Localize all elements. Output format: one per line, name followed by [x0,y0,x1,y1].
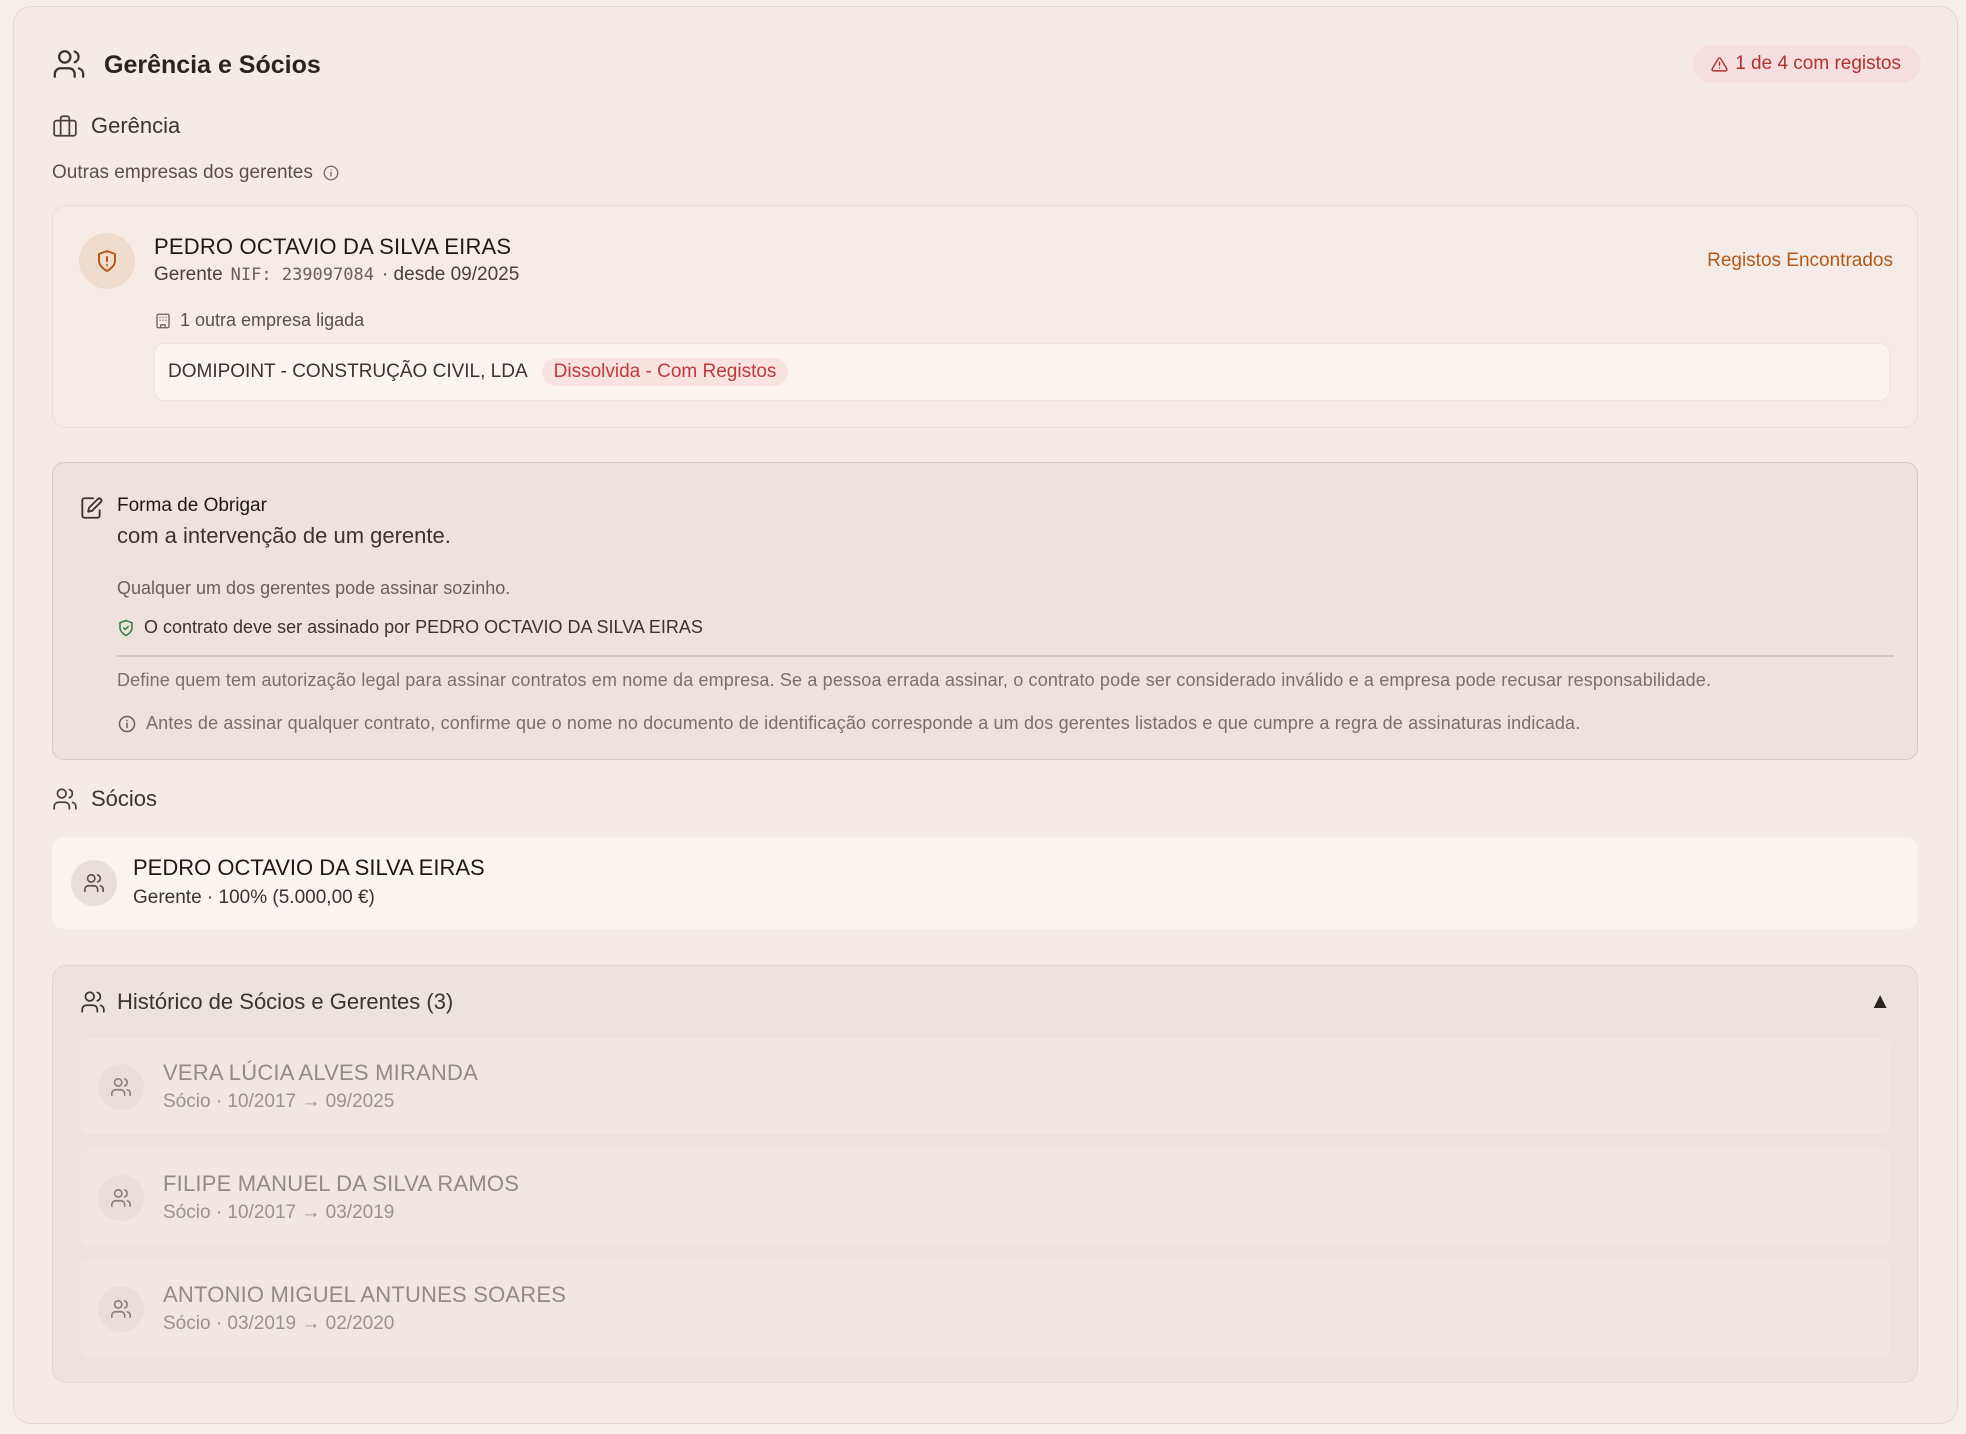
gerencia-socios-card: Gerência e Sócios 1 de 4 com registos Ge… [13,6,1958,1424]
info-icon[interactable] [322,164,340,182]
forma-obrigar-rule: com a intervenção de um gerente. [117,523,451,548]
forma-obrigar-definition: Define quem tem autorização legal para a… [117,670,1712,690]
user-avatar-icon [71,860,117,906]
historico-period: · 03/2019 → 02/2020 [215,1313,395,1334]
company-name: DOMIPOINT - CONSTRUÇÃO CIVIL, LDA [168,361,528,382]
user-avatar-icon [98,1064,144,1110]
historico-name: FILIPE MANUEL DA SILVA RAMOS [163,1171,520,1196]
socio-name: PEDRO OCTAVIO DA SILVA EIRAS [133,855,485,880]
manager-name: PEDRO OCTAVIO DA SILVA EIRAS [154,234,512,259]
socio-details: Gerente · 100% (5.000,00 €) [133,887,375,908]
forma-obrigar-panel: Forma de Obrigar com a intervenção de um… [52,462,1918,760]
gerencia-title: Gerência [91,113,181,138]
historico-period: · 10/2017 → 03/2019 [215,1202,395,1223]
historico-details: Sócio · 03/2019 → 02/2020 [163,1313,394,1335]
forma-obrigar-signer: O contrato deve ser assinado por PEDRO O… [117,617,703,638]
manager-role: Gerente [154,264,223,285]
linked-company-row[interactable]: DOMIPOINT - CONSTRUÇÃO CIVIL, LDA Dissol… [154,343,1890,401]
shield-alert-icon [79,233,135,289]
file-signature-icon [78,495,104,521]
linked-companies: 1 outra empresa ligada [154,310,364,331]
users-icon [52,786,78,812]
user-avatar-icon [98,1286,144,1332]
historico-role: Sócio [163,1313,211,1334]
manager-nif: NIF: 239097084 [230,265,374,285]
warning-icon [1711,56,1728,73]
historico-item[interactable]: VERA LÚCIA ALVES MIRANDA Sócio · 10/2017… [80,1038,1890,1134]
socios-title: Sócios [91,786,158,811]
collapse-triangle-icon[interactable]: ▲ [1869,988,1891,1014]
historico-period: · 10/2017 → 09/2025 [215,1091,395,1112]
historico-item[interactable]: FILIPE MANUEL DA SILVA RAMOS Sócio · 10/… [80,1149,1890,1245]
forma-obrigar-tip: Antes de assinar qualquer contrato, conf… [117,713,1580,734]
other-companies-text: Outras empresas dos gerentes [52,162,313,183]
shield-check-icon [117,619,135,637]
historico-panel: Histórico de Sócios e Gerentes (3) ▲ VER… [52,965,1918,1383]
historico-role: Sócio [163,1202,211,1223]
signer-text: O contrato deve ser assinado por PEDRO O… [144,617,703,637]
historico-title: Histórico de Sócios e Gerentes (3) [117,989,454,1014]
other-companies-label: Outras empresas dos gerentes [52,162,340,184]
manager-card[interactable]: PEDRO OCTAVIO DA SILVA EIRAS Gerente NIF… [52,205,1918,428]
historico-toggle-header[interactable]: Histórico de Sócios e Gerentes (3) ▲ [53,966,1917,1038]
divider [117,655,1894,657]
forma-obrigar-label: Forma de Obrigar [117,495,267,516]
socio-item[interactable]: PEDRO OCTAVIO DA SILVA EIRAS Gerente · 1… [52,837,1918,929]
historico-name: ANTONIO MIGUEL ANTUNES SOARES [163,1282,567,1307]
forma-obrigar-explanation: Qualquer um dos gerentes pode assinar so… [117,578,511,598]
building-icon [154,312,172,330]
company-status-badge: Dissolvida - Com Registos [541,358,789,386]
tip-text: Antes de assinar qualquer contrato, conf… [146,713,1581,733]
historico-name: VERA LÚCIA ALVES MIRANDA [163,1060,478,1085]
briefcase-icon [52,113,78,139]
manager-meta: Gerente NIF: 239097084 · desde 09/2025 [154,264,519,286]
info-icon [117,714,137,734]
records-found-status: Registos Encontrados [1707,250,1893,271]
historico-details: Sócio · 10/2017 → 03/2019 [163,1202,394,1224]
user-avatar-icon [98,1175,144,1221]
records-badge-label: 1 de 4 com registos [1735,53,1901,74]
records-badge: 1 de 4 com registos [1693,45,1921,83]
historico-role: Sócio [163,1091,211,1112]
section-title: Gerência e Sócios [104,51,321,79]
historico-item[interactable]: ANTONIO MIGUEL ANTUNES SOARES Sócio · 03… [80,1260,1890,1356]
historico-details: Sócio · 10/2017 → 09/2025 [163,1091,394,1113]
manager-since: · desde 09/2025 [381,264,520,285]
linked-companies-text: 1 outra empresa ligada [180,310,365,330]
users-icon [80,989,106,1015]
users-icon [52,47,86,81]
